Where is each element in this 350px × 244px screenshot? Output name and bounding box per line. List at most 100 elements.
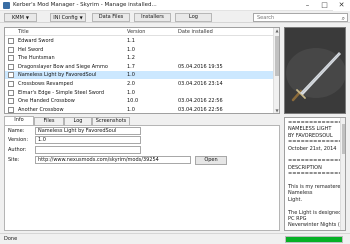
window-title: Kerber's Mod Manager - Skyrim - Manage i…: [13, 2, 157, 8]
mod-list-row[interactable]: Dragonslayer Bow and Siege Ammo 1.7 05.04.…: [5, 63, 273, 71]
mod-list-scrollbar[interactable]: ▲ ▼: [273, 28, 279, 113]
mod-list-row[interactable]: One Handed Crossbow 10.0 03.04.2016 22:56: [5, 97, 273, 105]
version-field[interactable]: 1.0: [35, 136, 141, 144]
description-line: Nameless: [288, 190, 313, 197]
mod-date-installed: 03.04.2016 23:14: [178, 81, 223, 87]
mod-checkbox[interactable]: [8, 81, 14, 87]
mod-date-installed: 03.04.2016 22:56: [178, 98, 223, 105]
mod-checkbox[interactable]: [8, 89, 14, 96]
search-input[interactable]: Search ⌕: [253, 13, 348, 22]
description-line: PC RPG: [288, 216, 307, 222]
scroll-up-arrow-icon[interactable]: ▲: [274, 28, 279, 33]
description-line: ================: [288, 120, 345, 126]
mod-list[interactable]: Title Version Date installed Edward Swor…: [4, 27, 280, 114]
progress-bar: [285, 236, 343, 243]
mod-title: Nameless Light by FavoredSoul: [18, 72, 97, 79]
status-text: Done: [4, 236, 18, 242]
mod-list-row[interactable]: The Huntsman 1.2: [5, 54, 273, 62]
scroll-down-arrow-icon[interactable]: ▼: [274, 108, 279, 113]
author-field[interactable]: [35, 146, 141, 154]
mod-checkbox[interactable]: [8, 63, 14, 70]
mod-list-row[interactable]: Nameless Light by FavoredSoul 1.0: [5, 71, 273, 80]
description-line: ================: [288, 171, 345, 178]
description-line: BY FAVOREDSOUL: [288, 132, 333, 139]
mod-checkbox[interactable]: [8, 72, 14, 79]
tab-screenshots[interactable]: Screenshots: [92, 117, 130, 125]
progress-fill: [286, 237, 342, 242]
search-icon[interactable]: ⌕: [342, 15, 345, 23]
mod-list-row[interactable]: Hel Sword 1.0: [5, 46, 273, 54]
kmm-menu-label: KMM: [12, 15, 24, 21]
mod-version: 10.0: [127, 98, 139, 105]
info-panel: Name: Nameless Light by FavoredSoul Vers…: [4, 125, 280, 231]
mod-version: 1.0: [127, 89, 135, 96]
mod-checkbox[interactable]: [8, 106, 14, 113]
mod-title: Elmar's Edge - Simple Steel Sword: [18, 89, 105, 96]
mod-date-installed: 05.04.2016 19:35: [178, 63, 223, 70]
app-icon: [3, 2, 10, 9]
mod-title: Another Crossbow: [18, 106, 64, 113]
maximize-button[interactable]: □: [316, 0, 333, 11]
description-line: The Light is designed based on promotion…: [288, 209, 345, 216]
mod-title: Dragonslayer Bow and Siege Ammo: [18, 63, 108, 70]
title-bar: Kerber's Mod Manager - Skyrim - Manage i…: [0, 0, 350, 11]
mod-list-header: Title Version Date installed: [5, 28, 279, 36]
kmm-menu-button[interactable]: KMM ▼: [4, 13, 37, 22]
chevron-down-icon: ▼: [79, 15, 83, 20]
description-line: This is my remastered, standalone versio…: [288, 184, 346, 190]
name-field[interactable]: Nameless Light by FavoredSoul: [35, 127, 141, 135]
mod-version: 1.0: [127, 72, 135, 79]
column-header-date[interactable]: Date installed: [178, 29, 213, 35]
detail-tabs: Info Files Log Screenshots: [4, 116, 280, 125]
status-bar: Done: [0, 233, 350, 244]
version-label: Version:: [8, 137, 29, 143]
open-site-button[interactable]: Open: [195, 156, 227, 165]
log-button[interactable]: Log: [175, 13, 212, 22]
mod-title: Crossbows Revamped: [18, 81, 73, 87]
mod-version: 1.0: [127, 46, 135, 53]
description-line: October 21st, 2014: [288, 145, 337, 152]
site-url-field[interactable]: http://www.nexusmods.com/skyrim/mods/392…: [35, 156, 191, 164]
mod-version: 1.7: [127, 63, 135, 70]
description-line: ================: [288, 158, 345, 165]
ini-config-menu-button[interactable]: INI Config ▼: [50, 13, 86, 22]
mod-version: 1.0: [127, 106, 135, 113]
mod-list-row[interactable]: Edward Sword 1.1: [5, 37, 273, 45]
mod-version: 1.2: [127, 55, 135, 62]
author-label: Author:: [8, 147, 27, 153]
close-button[interactable]: ✕: [333, 0, 350, 11]
mod-list-row[interactable]: Crossbows Revamped 2.0 03.04.2016 23:14: [5, 80, 273, 88]
mod-checkbox[interactable]: [8, 55, 14, 62]
mod-title: Hel Sword: [18, 46, 44, 53]
minimize-button[interactable]: –: [299, 0, 316, 11]
description-line: Light.: [288, 196, 303, 203]
mod-title: The Huntsman: [18, 55, 55, 62]
mod-title: One Handed Crossbow: [18, 98, 75, 105]
mod-checkbox[interactable]: [8, 98, 14, 105]
description-line: Neverwinter Nights (2002).: [288, 222, 345, 229]
mod-version: 2.0: [127, 81, 135, 87]
description-line: ================: [288, 139, 345, 146]
sword-image: [285, 28, 345, 113]
toolbar: KMM ▼ INI Config ▼ Data Files Installers L…: [0, 11, 350, 23]
mod-list-row[interactable]: Elmar's Edge - Simple Steel Sword 1.0: [5, 89, 273, 97]
name-label: Name:: [8, 128, 25, 134]
mod-checkbox[interactable]: [8, 46, 14, 53]
mod-description[interactable]: ================NAMELESS LIGHT BY FAVORE…: [284, 117, 346, 231]
installers-button[interactable]: Installers: [134, 13, 171, 22]
search-placeholder: Search: [257, 15, 275, 21]
description-line: DESCRIPTION: [288, 164, 322, 171]
column-header-version[interactable]: Version: [127, 29, 145, 35]
mod-list-row[interactable]: Another Crossbow 1.0 03.04.2016 22:56: [5, 106, 273, 113]
tab-info[interactable]: Info: [4, 116, 34, 125]
mod-checkbox[interactable]: [8, 38, 14, 44]
tab-files[interactable]: Files: [34, 117, 64, 125]
mod-preview-image: [284, 27, 346, 114]
tab-log[interactable]: Log: [64, 117, 92, 125]
data-files-button[interactable]: Data Files: [92, 13, 130, 22]
description-line: NAMELESS LIGHT: [288, 126, 332, 133]
description-scrollbar[interactable]: [340, 118, 345, 230]
column-header-title[interactable]: Title: [18, 29, 29, 35]
scrollbar-thumb[interactable]: [275, 36, 279, 76]
scrollbar-thumb[interactable]: [342, 124, 345, 154]
